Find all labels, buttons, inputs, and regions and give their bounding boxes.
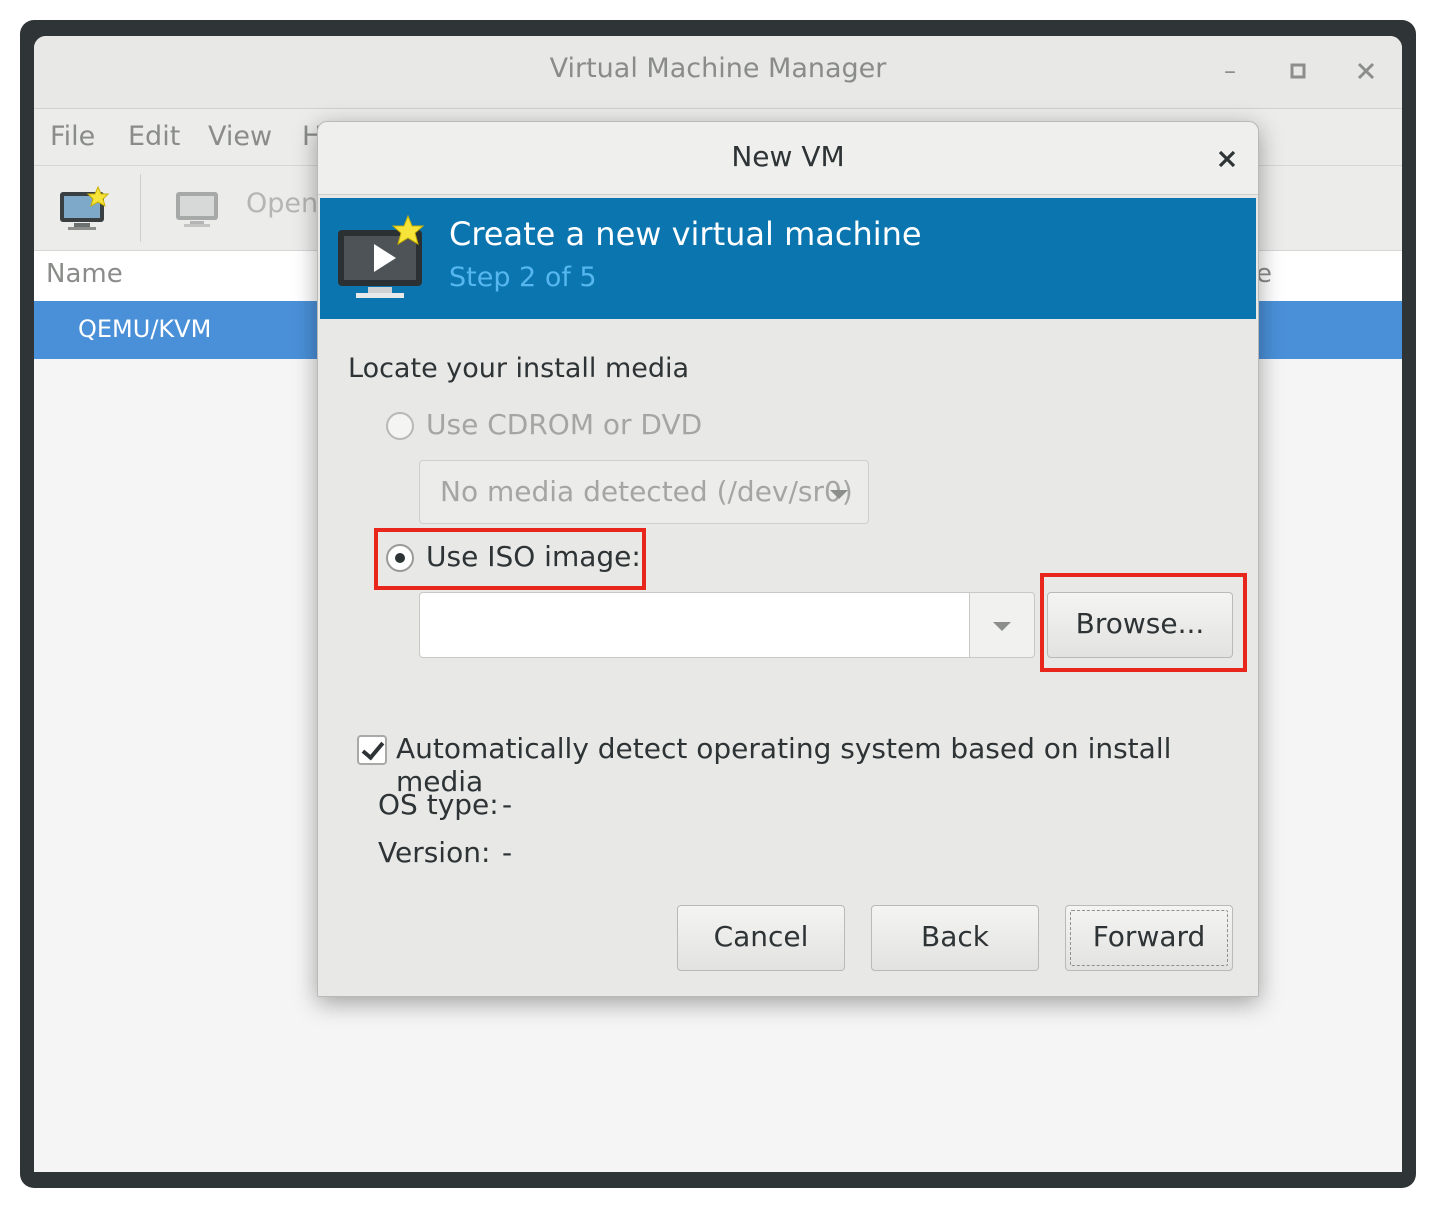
close-icon: [1357, 62, 1375, 80]
iso-history-dropdown[interactable]: [969, 592, 1035, 658]
autodetect-label[interactable]: Automatically detect operating system ba…: [396, 732, 1258, 798]
iso-radio[interactable]: [386, 544, 414, 572]
cdrom-radio-label[interactable]: Use CDROM or DVD: [426, 408, 702, 441]
cdrom-combo-value: No media detected (/dev/sr0): [440, 475, 853, 508]
cdrom-radio[interactable]: [386, 412, 414, 440]
iso-radio-label[interactable]: Use ISO image:: [426, 540, 641, 573]
forward-button[interactable]: Forward: [1065, 905, 1233, 971]
open-console-button[interactable]: [174, 190, 222, 230]
minimize-button[interactable]: –: [1213, 54, 1247, 88]
connection-name: QEMU/KVM: [78, 315, 212, 343]
menu-edit[interactable]: Edit: [128, 121, 180, 152]
dialog-title: New VM: [731, 140, 845, 173]
iso-path-input[interactable]: [419, 592, 969, 658]
version-value: -: [502, 836, 513, 869]
section-label: Locate your install media: [348, 353, 690, 384]
dialog-titlebar[interactable]: New VM: [318, 122, 1258, 195]
new-vm-dialog: New VM Create a new virtual machine Step…: [317, 121, 1259, 997]
open-label[interactable]: Open: [246, 188, 318, 219]
browse-button[interactable]: Browse...: [1047, 592, 1233, 658]
column-name[interactable]: Name: [46, 259, 123, 289]
banner-title: Create a new virtual machine: [449, 215, 922, 253]
close-window-button[interactable]: [1349, 54, 1383, 88]
wizard-banner: Create a new virtual machine Step 2 of 5: [320, 198, 1256, 319]
version-label: Version:: [378, 836, 491, 869]
chevron-down-icon: [993, 622, 1011, 631]
back-button[interactable]: Back: [871, 905, 1039, 971]
cancel-button[interactable]: Cancel: [677, 905, 845, 971]
os-type-value: -: [502, 788, 513, 821]
dialog-close-button[interactable]: [1218, 142, 1236, 175]
autodetect-checkbox[interactable]: [357, 735, 387, 765]
os-type-label: OS type:: [378, 788, 499, 821]
new-vm-button[interactable]: [58, 185, 110, 234]
close-icon: [1218, 150, 1236, 168]
cdrom-combo[interactable]: No media detected (/dev/sr0): [419, 460, 869, 524]
new-vm-icon: [338, 214, 425, 298]
monitor-icon: [176, 192, 218, 227]
menu-view[interactable]: View: [208, 121, 272, 152]
new-vm-icon: [60, 185, 110, 230]
main-titlebar[interactable]: Virtual Machine Manager –: [34, 36, 1402, 109]
window-title: Virtual Machine Manager: [549, 53, 887, 84]
toolbar-separator: [140, 174, 141, 242]
maximize-icon: [1290, 63, 1306, 79]
maximize-button[interactable]: [1281, 54, 1315, 88]
chevron-down-icon: [830, 490, 848, 499]
menu-file[interactable]: File: [50, 121, 95, 152]
banner-step: Step 2 of 5: [449, 262, 597, 293]
